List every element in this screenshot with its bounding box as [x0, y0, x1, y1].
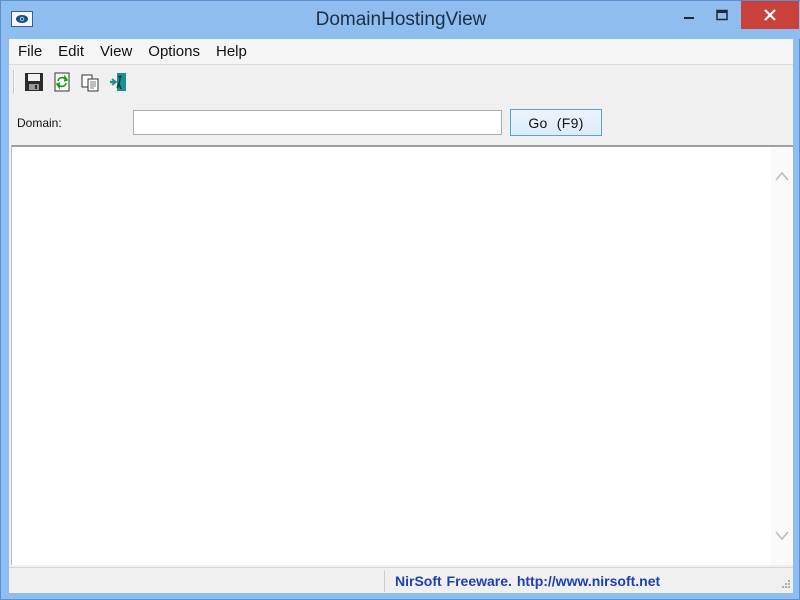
scroll-up-button[interactable] [771, 165, 793, 187]
refresh-button[interactable] [49, 69, 75, 95]
nirsoft-link[interactable]: NirSoft Freeware. http://www.nirsoft.net [395, 573, 660, 589]
chevron-up-icon [775, 171, 789, 181]
go-button[interactable]: Go (F9) [510, 109, 602, 136]
menu-edit[interactable]: Edit [50, 39, 92, 65]
title-bar[interactable]: DomainHostingView [1, 1, 800, 39]
copy-icon [81, 74, 99, 92]
menu-help[interactable]: Help [208, 39, 255, 65]
results-list[interactable] [11, 145, 793, 565]
exit-button[interactable] [105, 69, 131, 95]
app-window: DomainHostingView File Edit View Options… [0, 0, 800, 600]
maximize-icon [716, 9, 728, 21]
menu-options[interactable]: Options [140, 39, 208, 65]
maximize-button[interactable] [706, 1, 738, 29]
minimize-icon [684, 17, 694, 19]
close-button[interactable] [741, 1, 799, 29]
domain-row: Domain: Go (F9) [9, 105, 793, 139]
minimize-button[interactable] [674, 1, 704, 29]
scroll-down-button[interactable] [771, 525, 793, 547]
client-area: File Edit View Options Help Domain: Go (… [9, 39, 793, 593]
toolbar [9, 66, 793, 98]
exit-icon [110, 73, 126, 91]
copy-button[interactable] [77, 69, 103, 95]
resize-grip-icon[interactable] [779, 579, 791, 591]
menu-bar: File Edit View Options Help [9, 39, 793, 65]
close-icon [764, 9, 776, 21]
status-pane [11, 570, 385, 592]
menu-view[interactable]: View [92, 39, 140, 65]
toolbar-separator [13, 70, 15, 94]
chevron-down-icon [775, 531, 789, 541]
status-bar: NirSoft Freeware. http://www.nirsoft.net [9, 567, 793, 593]
vertical-scrollbar[interactable] [771, 147, 793, 565]
save-button[interactable] [21, 69, 47, 95]
refresh-icon [54, 72, 70, 92]
domain-input[interactable] [133, 110, 502, 135]
menu-file[interactable]: File [9, 39, 50, 65]
save-icon [25, 73, 43, 91]
domain-label: Domain: [17, 116, 62, 130]
